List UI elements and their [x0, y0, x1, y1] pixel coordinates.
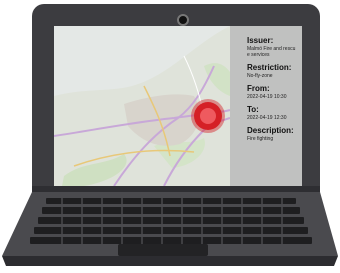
- webcam-icon: [177, 14, 189, 26]
- restriction-info-panel: Issuer: Malmö Fire and rescue services R…: [230, 26, 302, 186]
- description-value: Fire fighting: [247, 136, 274, 142]
- from-value: 2022-04-19 10:30: [247, 94, 287, 100]
- location-marker-icon[interactable]: [194, 102, 222, 130]
- restriction-value: No-fly-zone: [247, 73, 273, 79]
- laptop-base: [2, 186, 338, 270]
- description-label: Description:: [247, 126, 294, 135]
- to-label: To:: [247, 105, 259, 114]
- laptop-screen: Issuer: Malmö Fire and rescue services R…: [54, 26, 302, 186]
- restriction-label: Restriction:: [247, 63, 292, 72]
- issuer-value: Malmö Fire and rescue services: [247, 46, 296, 58]
- issuer-label: Issuer:: [247, 36, 274, 45]
- from-label: From:: [247, 84, 270, 93]
- to-value: 2022-04-19 12:30: [247, 115, 287, 121]
